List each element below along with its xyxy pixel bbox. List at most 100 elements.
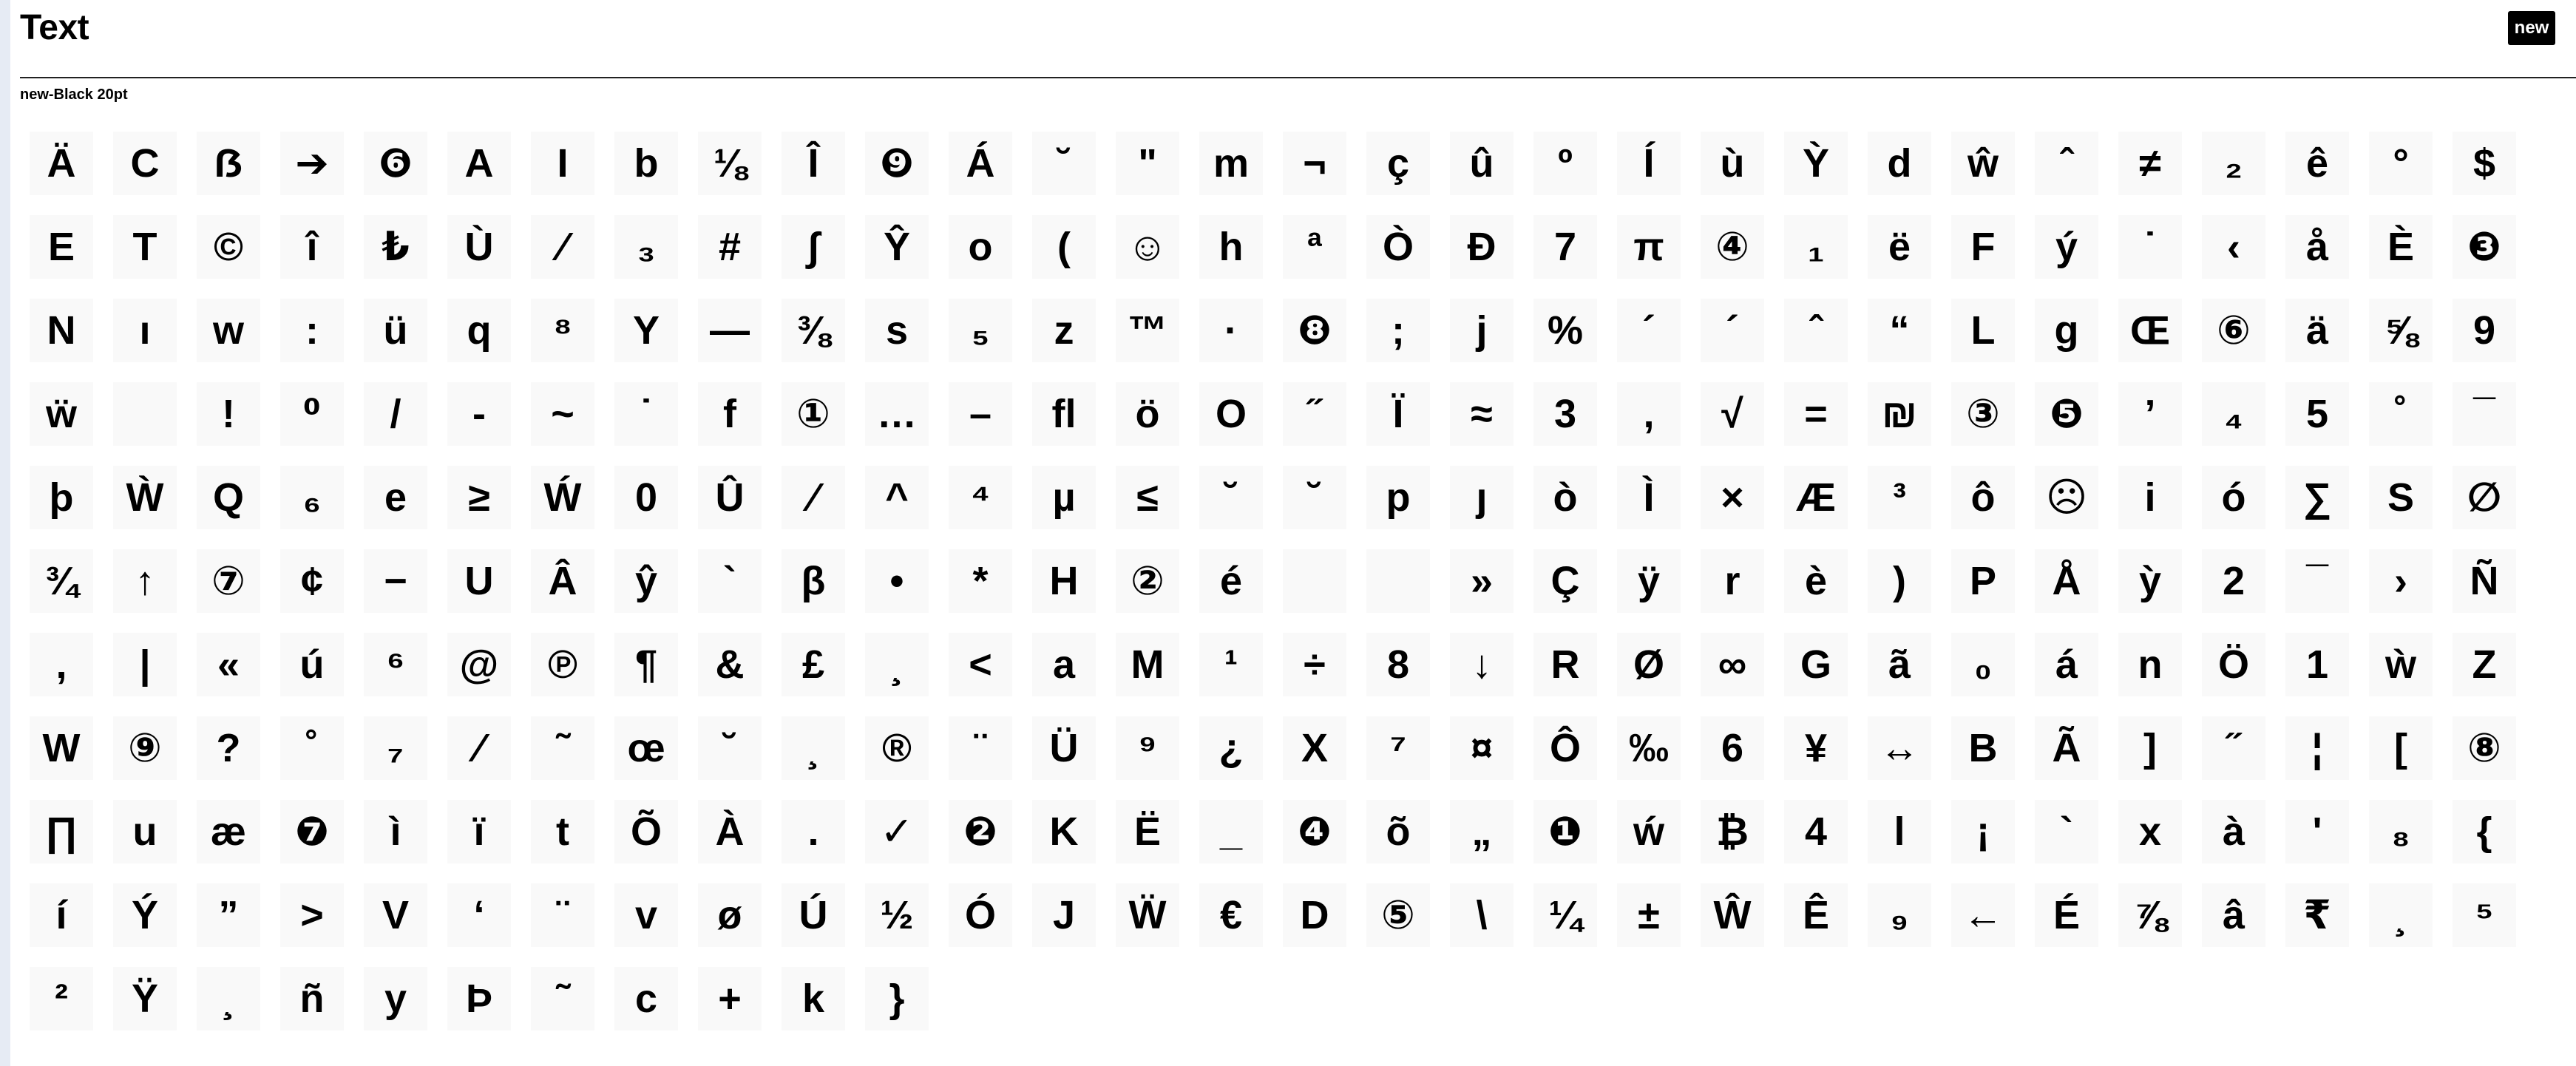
glyph-cell: ₁ bbox=[1784, 215, 1848, 279]
glyph-cell: ⁴ bbox=[949, 466, 1012, 529]
glyph-cell: F bbox=[1951, 215, 2015, 279]
glyph-cell: ] bbox=[2118, 716, 2182, 780]
glyph-cell: ŷ bbox=[614, 549, 678, 613]
glyph-cell: ( bbox=[1032, 215, 1096, 279]
glyph-cell: ÿ bbox=[1617, 549, 1681, 613]
glyph-cell: ₄ bbox=[2202, 382, 2265, 446]
glyph-cell: Ë bbox=[1116, 800, 1179, 863]
glyph-cell: ↑ bbox=[113, 549, 177, 613]
glyph-cell: ¹ bbox=[1199, 633, 1263, 696]
glyph-cell: ô bbox=[1951, 466, 2015, 529]
glyph-cell: H bbox=[1032, 549, 1096, 613]
glyph-cell: ≤ bbox=[1116, 466, 1179, 529]
glyph-cell: ’ bbox=[2118, 382, 2182, 446]
glyph-cell: $ bbox=[2453, 132, 2516, 195]
glyph-cell: ⁵ bbox=[2453, 883, 2516, 947]
glyph-cell: c bbox=[614, 967, 678, 1031]
glyph-cell: • bbox=[865, 549, 929, 613]
glyph-cell: Â bbox=[531, 549, 594, 613]
glyph-cell: ≈ bbox=[1450, 382, 1514, 446]
glyph-cell: ` bbox=[2035, 800, 2098, 863]
glyph-cell: Æ bbox=[1784, 466, 1848, 529]
glyph-cell: ₉ bbox=[1868, 883, 1931, 947]
glyph-cell: ① bbox=[782, 382, 845, 446]
glyph-cell: U bbox=[447, 549, 511, 613]
glyph-cell: » bbox=[1450, 549, 1514, 613]
glyph-cell: ò bbox=[1533, 466, 1597, 529]
glyph-cell: ù bbox=[1701, 132, 1764, 195]
glyph-cell: ⑥ bbox=[2202, 299, 2265, 362]
glyph-cell: ⁸ bbox=[531, 299, 594, 362]
glyph-cell: ŵ bbox=[1951, 132, 2015, 195]
glyph-cell: h bbox=[1199, 215, 1263, 279]
glyph-cell: ₅ bbox=[949, 299, 1012, 362]
glyph-cell: ç bbox=[1366, 132, 1430, 195]
glyph-cell: − bbox=[364, 549, 427, 613]
glyph-cell: ❶ bbox=[1533, 800, 1597, 863]
glyph-cell: Ŷ bbox=[865, 215, 929, 279]
glyph-cell: ™ bbox=[1116, 299, 1179, 362]
glyph-cell: ˘ bbox=[1199, 466, 1263, 529]
glyph-cell: & bbox=[698, 633, 762, 696]
glyph-cell: o bbox=[949, 215, 1012, 279]
glyph-cell: . bbox=[782, 800, 845, 863]
glyph-cell: µ bbox=[1032, 466, 1096, 529]
glyph-cell: û bbox=[1450, 132, 1514, 195]
glyph-cell: C bbox=[113, 132, 177, 195]
glyph-cell: G bbox=[1784, 633, 1848, 696]
glyph-cell: à bbox=[2202, 800, 2265, 863]
glyph-cell: ẞ bbox=[197, 132, 260, 195]
glyph-cell: ❺ bbox=[2035, 382, 2098, 446]
glyph-cell: Ô bbox=[1533, 716, 1597, 780]
glyph-cell: ˘ bbox=[1032, 132, 1096, 195]
glyph-cell: ˙ bbox=[2118, 215, 2182, 279]
glyph-cell: E bbox=[30, 215, 93, 279]
glyph-cell: π bbox=[1617, 215, 1681, 279]
glyph-cell: [ bbox=[2369, 716, 2433, 780]
glyph-cell: Õ bbox=[614, 800, 678, 863]
glyph-cell: Z bbox=[2453, 633, 2516, 696]
page-title: Text bbox=[20, 8, 89, 47]
glyph-cell: ü bbox=[364, 299, 427, 362]
glyph-cell: „ bbox=[1450, 800, 1514, 863]
glyph-cell: ỳ bbox=[2118, 549, 2182, 613]
glyph-cell: Ä bbox=[30, 132, 93, 195]
divider bbox=[20, 77, 2576, 78]
glyph-cell: m bbox=[1199, 132, 1263, 195]
glyph-cell: D bbox=[1283, 883, 1346, 947]
glyph-cell: ∫ bbox=[782, 215, 845, 279]
glyph-cell: ₹ bbox=[2285, 883, 2349, 947]
glyph-cell: ø bbox=[698, 883, 762, 947]
glyph-cell: K bbox=[1032, 800, 1096, 863]
glyph-cell: y bbox=[364, 967, 427, 1031]
glyph-cell: › bbox=[2369, 549, 2433, 613]
glyph-cell: ˜ bbox=[531, 967, 594, 1031]
glyph-cell: ´ bbox=[1701, 299, 1764, 362]
new-button[interactable]: new bbox=[2508, 11, 2555, 45]
glyph-cell: 0 bbox=[614, 466, 678, 529]
glyph-cell: g bbox=[2035, 299, 2098, 362]
glyph-cell: ) bbox=[1868, 549, 1931, 613]
glyph-cell: w bbox=[197, 299, 260, 362]
glyph-cell: b bbox=[614, 132, 678, 195]
font-style-label: new-Black 20pt bbox=[20, 86, 128, 103]
glyph-cell: ¯ bbox=[2453, 382, 2516, 446]
glyph-cell: ' bbox=[2285, 800, 2349, 863]
glyph-cell: þ bbox=[30, 466, 93, 529]
glyph-cell: … bbox=[865, 382, 929, 446]
glyph-cell: Œ bbox=[2118, 299, 2182, 362]
glyph-cell: ê bbox=[2285, 132, 2349, 195]
glyph-cell: Ó bbox=[949, 883, 1012, 947]
glyph-cell: ẅ bbox=[30, 382, 93, 446]
glyph-cell: A bbox=[447, 132, 511, 195]
glyph-cell: ẃ bbox=[1617, 800, 1681, 863]
glyph-cell: ‰ bbox=[1617, 716, 1681, 780]
glyph-cell: + bbox=[698, 967, 762, 1031]
glyph-cell: S bbox=[2369, 466, 2433, 529]
glyph-cell: ˚ bbox=[2369, 382, 2433, 446]
glyph-cell: ä bbox=[2285, 299, 2349, 362]
glyph-cell: N bbox=[30, 299, 93, 362]
glyph-cell: Á bbox=[949, 132, 1012, 195]
glyph-cell: ˝ bbox=[2202, 716, 2265, 780]
glyph-cell: œ bbox=[614, 716, 678, 780]
